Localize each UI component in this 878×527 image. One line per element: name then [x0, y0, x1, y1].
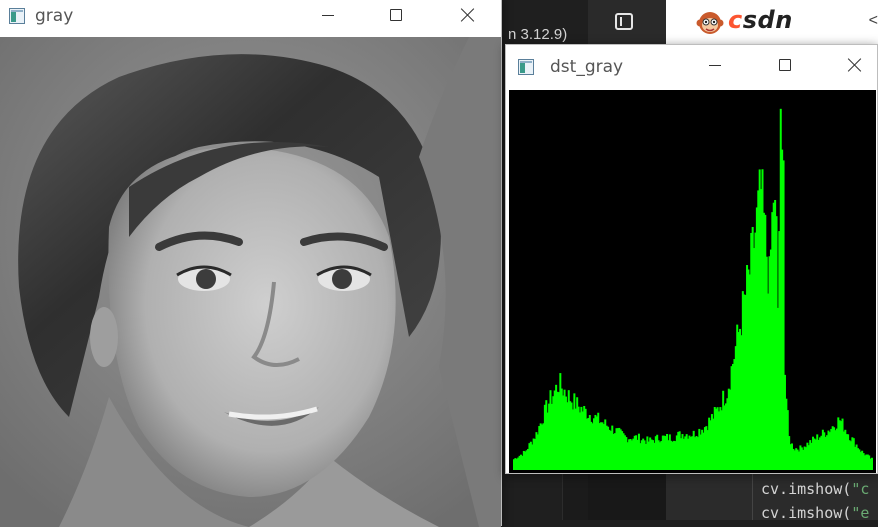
csdn-logo-accent: c — [728, 6, 743, 34]
close-button[interactable] — [445, 1, 491, 33]
dst-gray-window[interactable]: dst_gray — [505, 44, 878, 474]
histogram-chart — [513, 108, 873, 471]
minimize-button[interactable] — [692, 51, 738, 83]
histogram-bin — [871, 457, 873, 470]
window-app-icon — [518, 59, 534, 75]
code-line: cv.imshow("c — [761, 480, 869, 498]
ide-title-text: n 3.12.9) — [508, 26, 568, 43]
dst-gray-window-titlebar[interactable]: dst_gray — [506, 45, 877, 89]
gray-window-title: gray — [35, 6, 74, 26]
code-line-prefix: cv.imshow( — [761, 480, 852, 498]
tab-overview-icon — [615, 13, 633, 30]
grayscale-portrait-image — [0, 37, 501, 527]
csdn-logo-text: csdn — [728, 6, 793, 34]
portrait-illustration — [0, 37, 501, 527]
browser-tab-csdn[interactable]: csdn < — [666, 0, 878, 44]
code-line-string: "e — [851, 504, 870, 522]
close-button[interactable] — [832, 51, 878, 83]
tab-overview-button[interactable] — [588, 0, 667, 44]
dst-gray-window-title: dst_gray — [550, 57, 624, 77]
maximize-button[interactable] — [762, 51, 808, 83]
gray-window-titlebar[interactable]: gray — [0, 0, 501, 37]
code-editor-snippet[interactable]: cv.imshow("c cv.imshow("e — [752, 474, 878, 522]
code-line-prefix: cv.imshow( — [761, 504, 852, 522]
code-line: cv.imshow("e — [761, 504, 869, 522]
window-app-icon — [9, 8, 25, 24]
histogram-canvas — [509, 90, 876, 473]
csdn-logo-rest: sdn — [742, 6, 793, 34]
csdn-mascot-icon — [696, 12, 724, 34]
minimize-button[interactable] — [305, 1, 351, 33]
gray-window[interactable]: gray — [0, 0, 502, 527]
code-line-string: "c — [851, 480, 870, 498]
maximize-button[interactable] — [373, 1, 419, 33]
tab-scroll-arrow[interactable]: < — [869, 12, 878, 30]
